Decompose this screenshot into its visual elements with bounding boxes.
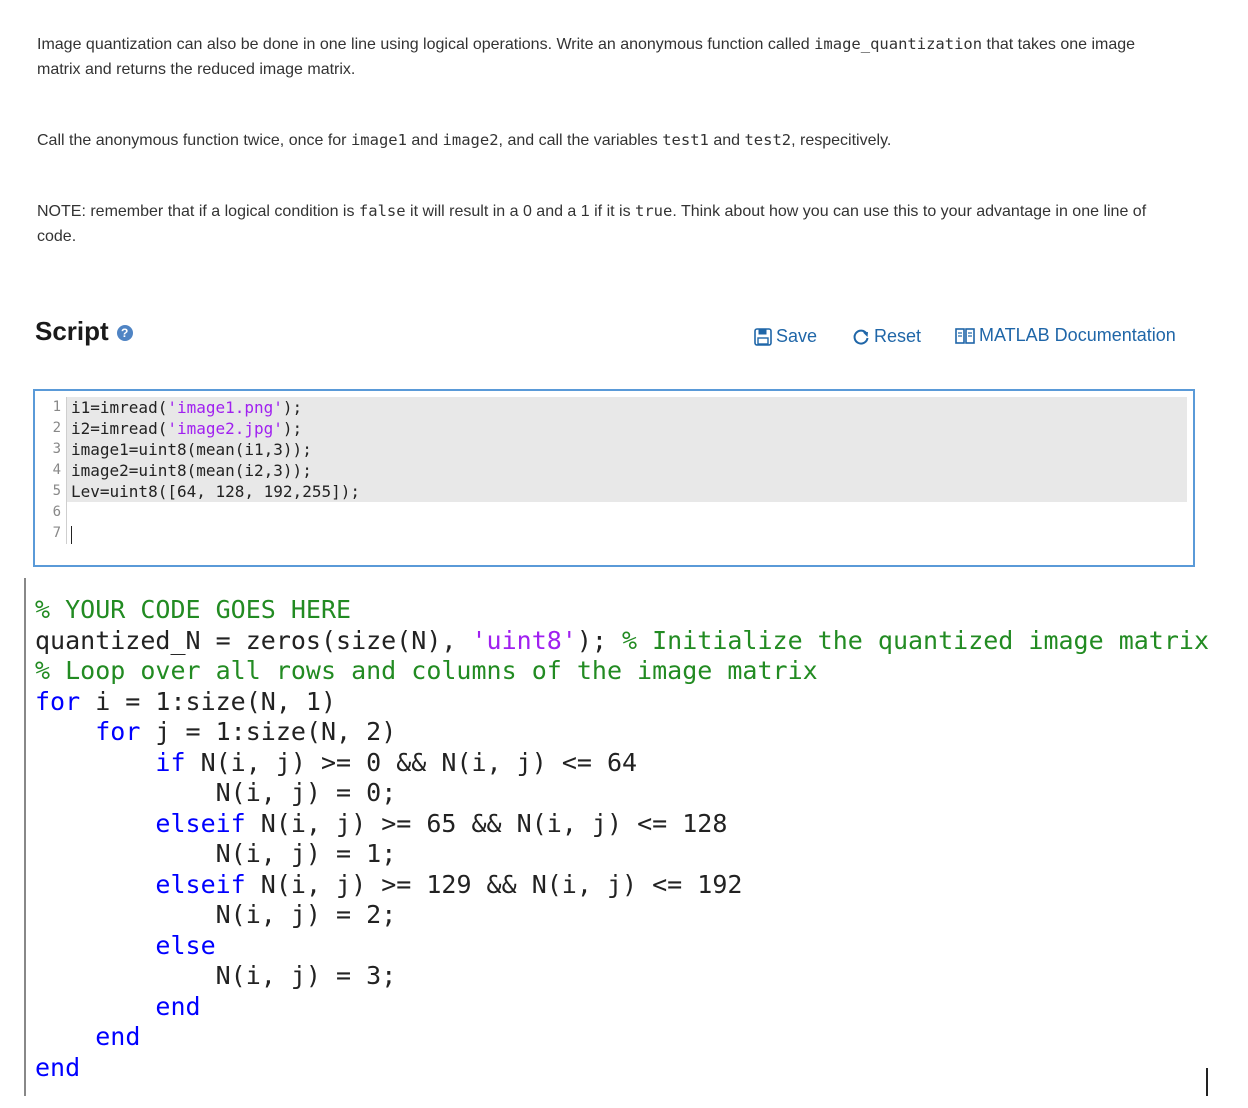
help-icon[interactable]: ?	[116, 324, 133, 341]
instruction-text: Image quantization can also be done in o…	[37, 36, 815, 53]
code-line: elseif N(i, j) >= 129 && N(i, j) <= 192	[155, 869, 743, 899]
line-number: 3	[41, 439, 67, 460]
inline-code: true	[635, 202, 673, 220]
line-content[interactable]: i1=imread('image1.png');	[67, 397, 1187, 418]
pasted-block-border	[24, 578, 26, 1096]
save-icon	[754, 327, 772, 346]
inline-code: false	[358, 202, 406, 220]
line-content[interactable]: image2=uint8(mean(i2,3));	[67, 460, 1187, 481]
line-content[interactable]: Lev=uint8([64, 128, 192,255]);	[67, 481, 1187, 502]
editor-line: 7	[41, 523, 1187, 544]
save-label: Save	[776, 326, 818, 346]
line-number: 7	[41, 523, 67, 544]
editor-line: 3 image1=uint8(mean(i1,3));	[41, 439, 1187, 460]
inline-code: test1	[662, 131, 709, 149]
instruction-text: and	[708, 132, 745, 149]
reset-label: Reset	[874, 326, 922, 346]
code-line: % YOUR CODE GOES HERE	[35, 595, 352, 624]
line-number: 6	[41, 502, 67, 523]
line-content[interactable]	[67, 502, 1187, 523]
editor-lines: 1 i1=imread('image1.png'); 2 i2=imread('im…	[41, 397, 1187, 544]
line-content[interactable]: i2=imread('image2.jpg');	[67, 418, 1187, 439]
instruction-paragraph-1: Image quantization can also be done in o…	[37, 32, 1177, 82]
code-line: end	[155, 991, 201, 1021]
instruction-text: , and call the variables	[498, 132, 663, 149]
instruction-paragraph-2: Call the anonymous function twice, once …	[37, 128, 1177, 153]
instruction-paragraph-3: NOTE: remember that if a logical conditi…	[37, 199, 1177, 249]
inline-code: image_quantization	[814, 35, 983, 53]
code-line: else	[155, 930, 216, 960]
editor-line: 2 i2=imread('image2.jpg');	[41, 418, 1187, 439]
instruction-text: it will result in a 0 and a 1 if it is	[405, 203, 636, 220]
code-line: end	[95, 1022, 141, 1051]
doc-label: MATLAB Documentation	[979, 325, 1176, 345]
code-line: end	[35, 1052, 81, 1082]
line-number: 2	[41, 418, 67, 439]
line-content[interactable]: image1=uint8(mean(i1,3));	[67, 439, 1187, 460]
editor-line: 5 Lev=uint8([64, 128, 192,255]);	[41, 481, 1187, 502]
inline-code: image2	[442, 131, 499, 149]
code-line: N(i, j) = 1;	[215, 839, 397, 868]
instruction-text: and	[406, 132, 443, 149]
reset-button[interactable]: Reset	[852, 326, 921, 347]
script-title: Script	[35, 316, 109, 346]
text-cursor	[71, 525, 72, 544]
editor-line: 6	[41, 502, 1187, 523]
script-heading: Script ?	[35, 316, 133, 347]
book-icon	[955, 327, 975, 344]
editor-line: 1 i1=imread('image1.png');	[41, 397, 1187, 418]
line-content[interactable]	[67, 523, 1187, 544]
line-number: 4	[41, 460, 67, 481]
code-line: N(i, j) = 0;	[215, 778, 397, 807]
editor-line: 4 image2=uint8(mean(i2,3));	[41, 460, 1187, 481]
line-number: 5	[41, 481, 67, 502]
code-editor[interactable]: 1 i1=imread('image1.png'); 2 i2=imread('im…	[33, 389, 1195, 567]
code-line: quantized_N = zeros(size(N), 'uint8'); %…	[35, 625, 1210, 655]
instruction-text: Call the anonymous function twice, once …	[37, 132, 351, 149]
inline-code: image1	[350, 131, 407, 149]
instruction-text: NOTE: remember that if a logical conditi…	[37, 203, 359, 220]
pasted-code-block: % YOUR CODE GOES HERE quantized_N = zero…	[35, 595, 1209, 1083]
code-line: for j = 1:size(N, 2)	[95, 717, 397, 746]
save-button[interactable]: Save	[754, 326, 817, 347]
matlab-documentation-link[interactable]: MATLAB Documentation	[955, 325, 1176, 346]
code-line: if N(i, j) >= 0 && N(i, j) <= 64	[155, 747, 638, 777]
line-number: 1	[41, 397, 67, 418]
inline-code: test2	[744, 131, 792, 149]
code-line: N(i, j) = 3;	[215, 961, 397, 990]
code-line: % Loop over all rows and columns of the …	[35, 656, 818, 685]
code-line: for i = 1:size(N, 1)	[35, 686, 337, 716]
reset-icon	[853, 329, 869, 345]
code-line: elseif N(i, j) >= 65 && N(i, j) <= 128	[155, 808, 728, 838]
code-line: N(i, j) = 2;	[215, 900, 397, 929]
instruction-text: , respecitively.	[791, 132, 892, 149]
